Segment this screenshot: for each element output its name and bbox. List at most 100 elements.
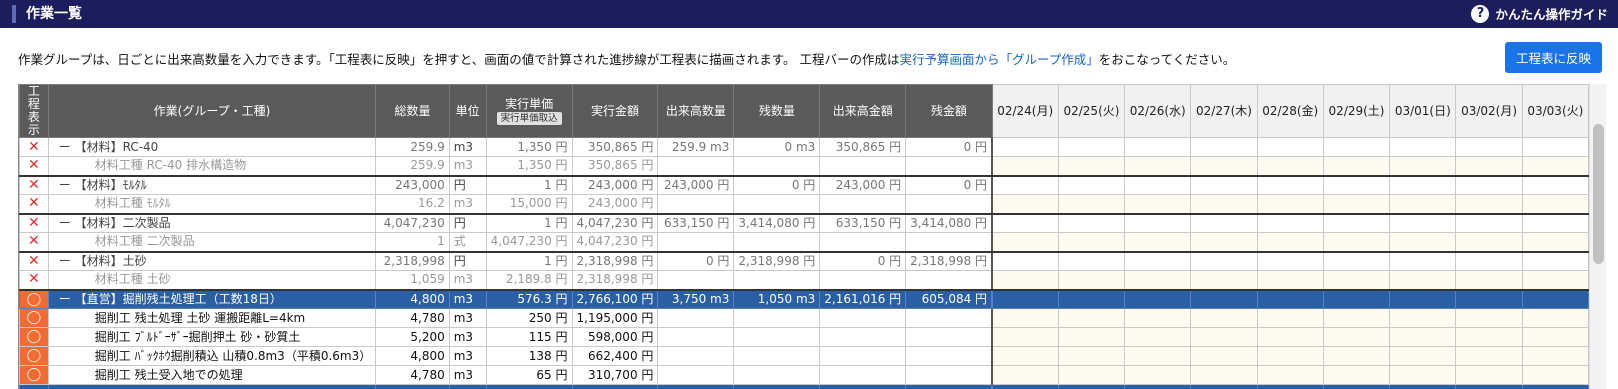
display-toggle[interactable] (19, 384, 49, 389)
date-cell[interactable] (1124, 175, 1192, 195)
table-row[interactable]: ✕ 材料工種 土砂 1,059 m3 2,189.8 円 2,318,998 円 (19, 270, 1589, 291)
date-cell[interactable] (1124, 289, 1192, 309)
date-cell[interactable] (1521, 270, 1589, 291)
quantity-cell[interactable] (375, 384, 450, 389)
date-cell[interactable] (1389, 175, 1457, 195)
table-row[interactable]: ✕ ー 【材料】ﾓﾙﾀﾙ 243,000 円 1 円 243,000 円 243,000 円… (19, 175, 1589, 195)
date-cell[interactable] (1455, 289, 1523, 309)
quantity-cell[interactable]: 16.2 (375, 194, 450, 215)
table-row[interactable]: ◯ ー 【直営】掘削残土処理工（工数18日） 4,800 m3 576.3 円 2,766… (19, 289, 1589, 309)
date-cell[interactable] (1057, 327, 1126, 347)
done-qty-cell[interactable]: 3,750 m3 (657, 289, 735, 309)
quantity-cell[interactable]: 2,318,998 (375, 251, 450, 271)
date-cell[interactable] (1322, 213, 1391, 233)
display-toggle[interactable]: ✕ (19, 270, 49, 291)
date-cell[interactable] (1455, 346, 1523, 366)
date-cell[interactable] (1190, 270, 1258, 291)
guide-link[interactable]: ? かんたん操作ガイド (1471, 4, 1608, 23)
date-cell[interactable] (1190, 327, 1258, 347)
table-row[interactable]: ✕ 材料工種 RC-40 排水構造物 259.9 m3 1,350 円 350,865 円 (19, 156, 1589, 177)
date-cell[interactable] (1124, 270, 1192, 291)
date-cell[interactable] (1190, 175, 1258, 195)
date-cell[interactable] (1521, 346, 1589, 366)
quantity-cell[interactable]: 4,800 (375, 346, 450, 366)
quantity-cell[interactable]: 1,059 (375, 270, 450, 291)
display-toggle[interactable]: ✕ (19, 137, 49, 157)
date-cell[interactable] (1256, 156, 1324, 177)
unit-price-cell[interactable]: 1 円 (485, 251, 573, 271)
date-cell[interactable] (1256, 308, 1324, 328)
done-qty-cell[interactable]: 243,000 円 (657, 175, 735, 195)
date-cell[interactable] (1322, 232, 1391, 253)
table-row[interactable]: ✕ ー 【材料】土砂 2,318,998 円 1 円 2,318,998 円0 円 2,31… (19, 251, 1589, 271)
date-cell[interactable] (1057, 232, 1126, 253)
date-cell[interactable] (991, 384, 1059, 389)
date-cell[interactable] (1057, 156, 1126, 177)
unit-price-cell[interactable]: 2,189.8 円 (485, 270, 573, 291)
table-row[interactable]: ✕ 材料工種 二次製品 1 式 4,047,230 円 4,047,230 円 (19, 232, 1589, 253)
date-cell[interactable] (1521, 251, 1589, 271)
date-cell[interactable] (1455, 327, 1523, 347)
date-cell[interactable] (1057, 194, 1126, 215)
date-cell[interactable] (991, 346, 1059, 366)
quantity-cell[interactable]: 5,200 (375, 327, 450, 347)
table-row[interactable]: ◯ 掘削工 ﾌﾞﾙﾄﾞｰｻﾞｰ掘削押土 砂・砂質土 5,200 m3 115 円 598,… (19, 327, 1589, 347)
done-qty-cell[interactable]: 633,150 円 (657, 213, 735, 233)
date-cell[interactable] (991, 289, 1059, 309)
date-cell[interactable] (991, 156, 1059, 177)
table-row[interactable]: ◯ 掘削工 残土処理 土砂 運搬距離L=4km 4,780 m3 250 円 1,195,… (19, 308, 1589, 328)
quantity-cell[interactable]: 4,800 (375, 289, 450, 309)
display-toggle[interactable]: ◯ (19, 308, 49, 328)
date-cell[interactable] (1124, 232, 1192, 253)
display-toggle[interactable]: ✕ (19, 232, 49, 253)
date-cell[interactable] (1521, 365, 1589, 385)
date-cell[interactable] (991, 213, 1059, 233)
date-cell[interactable] (991, 270, 1059, 291)
date-cell[interactable] (1190, 137, 1258, 157)
date-cell[interactable] (1057, 175, 1126, 195)
date-cell[interactable] (1256, 175, 1324, 195)
date-cell[interactable] (1256, 289, 1324, 309)
date-cell[interactable] (1190, 156, 1258, 177)
unit-price-cell[interactable]: 576.3 円 (485, 289, 573, 309)
display-toggle[interactable]: ◯ (19, 365, 49, 385)
display-toggle[interactable]: ◯ (19, 289, 49, 309)
quantity-cell[interactable]: 4,780 (375, 308, 450, 328)
date-cell[interactable] (1455, 251, 1523, 271)
table-row[interactable]: ◯ 掘削工 ﾊﾞｯｸﾎｳ掘削積込 山積0.8m3（平積0.6m3） 4,800 m3 1… (19, 346, 1589, 366)
table-row[interactable]: ◯ 掘削工 残土受入地での処理 4,780 m3 65 円 310,700 円 (19, 365, 1589, 385)
date-cell[interactable] (1057, 251, 1126, 271)
date-cell[interactable] (1190, 194, 1258, 215)
date-cell[interactable] (1256, 327, 1324, 347)
date-cell[interactable] (991, 232, 1059, 253)
group-create-link[interactable]: 実行予算画面から「グループ作成」 (899, 52, 1098, 67)
unit-price-cell[interactable]: 1,350 円 (485, 137, 573, 157)
date-cell[interactable] (991, 251, 1059, 271)
date-cell[interactable] (1124, 251, 1192, 271)
unit-price-cell[interactable]: 15,000 円 (485, 194, 573, 215)
display-toggle[interactable]: ✕ (19, 213, 49, 233)
date-cell[interactable] (1322, 365, 1391, 385)
date-cell[interactable] (1322, 175, 1391, 195)
unit-price-cell[interactable]: 1 円 (485, 213, 573, 233)
display-toggle[interactable]: ✕ (19, 156, 49, 177)
vertical-scrollbar[interactable] (1589, 84, 1606, 389)
date-cell[interactable] (1124, 308, 1192, 328)
quantity-cell[interactable]: 4,780 (375, 365, 450, 385)
date-cell[interactable] (1389, 308, 1457, 328)
date-cell[interactable] (1190, 365, 1258, 385)
date-cell[interactable] (1455, 365, 1523, 385)
date-cell[interactable] (1190, 346, 1258, 366)
date-cell[interactable] (1057, 384, 1126, 389)
date-cell[interactable] (1190, 384, 1258, 389)
date-cell[interactable] (1124, 327, 1192, 347)
date-cell[interactable] (1256, 365, 1324, 385)
date-cell[interactable] (1322, 137, 1391, 157)
done-qty-cell[interactable]: 259.9 m3 (657, 137, 735, 157)
date-cell[interactable] (1256, 213, 1324, 233)
table-row[interactable]: ✕ ー 【材料】RC-40 259.9 m3 1,350 円 350,865 円 259.9… (19, 137, 1589, 157)
date-cell[interactable] (991, 365, 1059, 385)
quantity-cell[interactable]: 4,047,230 (375, 213, 450, 233)
date-cell[interactable] (1057, 308, 1126, 328)
date-cell[interactable] (1124, 137, 1192, 157)
